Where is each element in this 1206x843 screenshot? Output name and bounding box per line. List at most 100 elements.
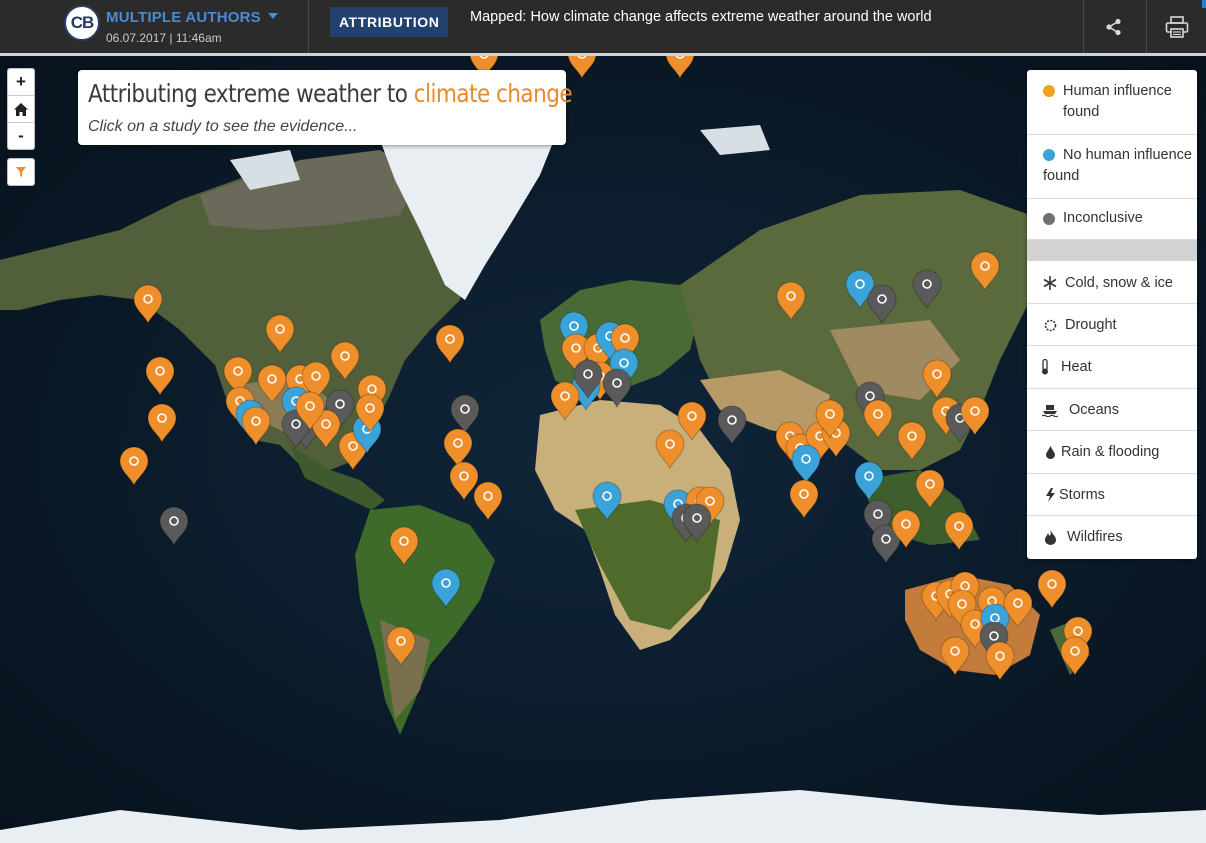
sun-icon (1041, 316, 1059, 334)
study-marker[interactable] (944, 511, 974, 552)
article-headline: Mapped: How climate change affects extre… (470, 9, 932, 25)
flame-icon (1041, 528, 1059, 546)
filter-button[interactable] (7, 158, 35, 186)
filter-icon (16, 167, 26, 177)
zoom-control: + - (7, 68, 35, 150)
study-marker[interactable] (431, 568, 461, 609)
study-marker[interactable] (386, 626, 416, 667)
study-marker[interactable] (592, 481, 622, 522)
author-dropdown[interactable]: MULTIPLE AUTHORS (106, 9, 278, 26)
study-marker[interactable] (863, 399, 893, 440)
world-map[interactable] (0, 56, 1206, 843)
author-name: MULTIPLE AUTHORS (106, 9, 261, 26)
study-marker[interactable] (677, 401, 707, 442)
legend-wildfires[interactable]: Wildfires (1027, 516, 1197, 558)
study-markers-layer (119, 56, 1093, 682)
divider (308, 0, 309, 53)
map-title-prefix: Attributing extreme weather to (88, 79, 414, 108)
legend-no-human-influence[interactable]: No human influence found (1027, 135, 1197, 199)
map-title-panel: Attributing extreme weather to climate c… (78, 70, 573, 145)
grey-dot-icon (1043, 213, 1055, 225)
study-marker[interactable] (717, 405, 747, 446)
study-marker[interactable] (665, 56, 695, 80)
legend-oceans[interactable]: Oceans (1027, 389, 1197, 431)
legend-drought[interactable]: Drought (1027, 304, 1197, 346)
map-subtitle: Click on a study to see the evidence... (88, 118, 358, 135)
share-icon (1106, 18, 1121, 35)
study-marker[interactable] (119, 446, 149, 487)
top-bar: CB MULTIPLE AUTHORS 06.07.2017 | 11:46am… (0, 0, 1206, 56)
legend-inconclusive[interactable]: Inconclusive (1027, 199, 1197, 240)
legend-label: Heat (1061, 359, 1092, 375)
study-marker[interactable] (897, 421, 927, 462)
study-marker[interactable] (389, 526, 419, 567)
lightning-icon (1041, 486, 1059, 504)
study-marker[interactable] (145, 356, 175, 397)
study-marker[interactable] (147, 403, 177, 444)
study-marker[interactable] (867, 284, 897, 325)
home-button[interactable] (8, 96, 34, 123)
study-marker[interactable] (435, 324, 465, 365)
legend-label: Oceans (1069, 402, 1119, 418)
print-button[interactable] (1146, 0, 1206, 53)
legend-storms[interactable]: Storms (1027, 474, 1197, 516)
publish-date: 06.07.2017 | 11:46am (106, 31, 222, 45)
study-marker[interactable] (450, 394, 480, 435)
raindrop-icon (1041, 443, 1059, 461)
category-badge[interactable]: ATTRIBUTION (330, 7, 449, 37)
study-marker[interactable] (791, 444, 821, 485)
share-button[interactable] (1083, 0, 1145, 53)
study-marker[interactable] (854, 461, 884, 502)
legend-heat[interactable]: Heat (1027, 346, 1197, 389)
study-marker[interactable] (133, 284, 163, 325)
study-marker[interactable] (473, 481, 503, 522)
study-marker[interactable] (159, 506, 189, 547)
scroll-indicator (1202, 0, 1206, 8)
legend-label: Human influence found (1063, 83, 1172, 120)
study-marker[interactable] (257, 364, 287, 405)
snowflake-icon (1041, 274, 1059, 292)
legend-separator (1027, 240, 1197, 261)
map-title-highlight: climate change (413, 79, 573, 108)
legend-label: Wildfires (1067, 529, 1123, 545)
study-marker[interactable] (443, 428, 473, 469)
study-marker[interactable] (789, 479, 819, 520)
legend-label: Cold, snow & ice (1065, 275, 1173, 291)
study-marker[interactable] (550, 381, 580, 422)
study-marker[interactable] (655, 429, 685, 470)
legend-human-influence[interactable]: Human influence found (1027, 70, 1197, 135)
zoom-out-button[interactable]: - (8, 123, 34, 149)
study-marker[interactable] (241, 406, 271, 447)
orange-dot-icon (1043, 85, 1055, 97)
study-marker[interactable] (970, 251, 1000, 292)
study-marker[interactable] (330, 341, 360, 382)
legend-cold-snow-ice[interactable]: Cold, snow & ice (1027, 262, 1197, 304)
logo-text: CB (70, 13, 95, 32)
study-marker[interactable] (915, 469, 945, 510)
ocean-icon (1041, 401, 1059, 419)
legend-label: Inconclusive (1063, 210, 1143, 226)
study-marker[interactable] (922, 359, 952, 400)
carbon-brief-logo[interactable]: CB (64, 5, 100, 41)
study-marker[interactable] (265, 314, 295, 355)
chevron-down-icon (267, 13, 278, 19)
home-icon (14, 102, 28, 116)
study-marker[interactable] (1060, 636, 1090, 677)
legend-label: Drought (1065, 317, 1117, 333)
study-marker[interactable] (602, 368, 632, 409)
study-marker[interactable] (776, 281, 806, 322)
map-title: Attributing extreme weather to climate c… (88, 79, 573, 108)
thermometer-icon (1041, 358, 1059, 376)
study-marker[interactable] (985, 641, 1015, 682)
print-icon (1165, 15, 1189, 38)
legend-panel: Human influence found No human influence… (1027, 70, 1197, 559)
study-marker[interactable] (912, 269, 942, 310)
legend-rain-flooding[interactable]: Rain & flooding (1027, 431, 1197, 474)
legend-label: Storms (1059, 487, 1105, 503)
zoom-in-button[interactable]: + (8, 69, 34, 96)
study-marker[interactable] (1037, 569, 1067, 610)
study-marker[interactable] (567, 56, 597, 80)
legend-label: No human influence found (1043, 147, 1192, 184)
legend-label: Rain & flooding (1061, 444, 1160, 460)
study-marker[interactable] (940, 636, 970, 677)
